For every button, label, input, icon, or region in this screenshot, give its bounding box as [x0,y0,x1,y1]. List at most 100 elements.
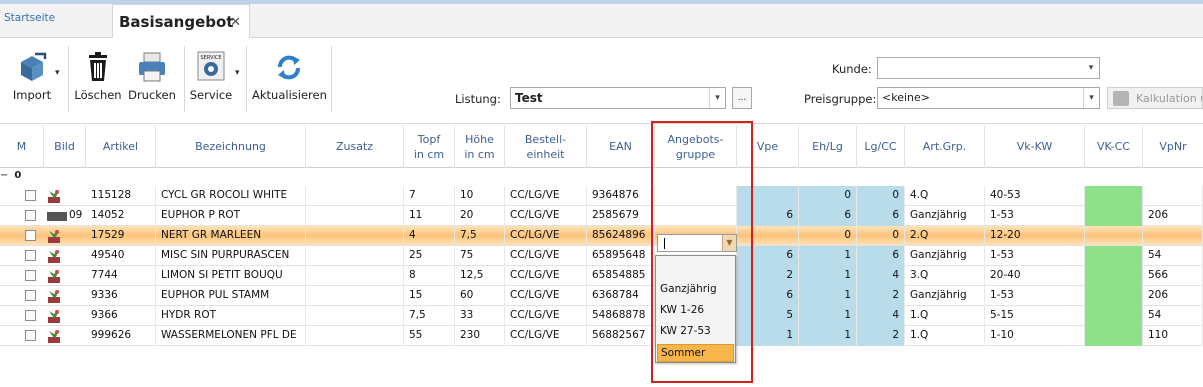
cell-ehlg[interactable]: 1 [799,326,857,346]
close-icon[interactable]: ✕ [230,15,241,30]
cell-artgrp[interactable]: 2.Q [905,226,985,246]
cell-topf[interactable]: 25 [404,246,455,266]
listung-combobox[interactable]: Test ▾ [510,87,726,109]
cell-hoehe[interactable]: 7,5 [455,226,505,246]
cell-vkcc[interactable] [1085,246,1143,266]
row-checkbox[interactable] [25,210,36,221]
cell-bez[interactable]: LIMON SI PETIT BOUQU [156,266,306,286]
cell-bez[interactable]: MISC SIN PURPURASCEN [156,246,306,266]
service-button[interactable]: SERVICE Service [188,50,234,120]
cell-hoehe[interactable]: 75 [455,246,505,266]
kunde-combobox[interactable]: ▾ [877,57,1100,79]
col-header-hoehe[interactable]: Höhe in cm [455,125,505,168]
cell-lgcc[interactable]: 2 [857,286,905,306]
cell-artikel[interactable]: 7744 [86,266,156,286]
cell-hoehe[interactable]: 60 [455,286,505,306]
cell-zusatz[interactable] [306,246,404,266]
cell-artikel[interactable]: 999626 [86,326,156,346]
cell-bez[interactable]: EUPHOR P ROT [156,206,306,226]
cell-zusatz[interactable] [306,206,404,226]
chevron-down-icon[interactable]: ▾ [1083,88,1099,108]
cell-hoehe[interactable]: 230 [455,326,505,346]
cell-artgrp[interactable]: Ganzjährig [905,286,985,306]
cell-artgrp[interactable]: 4.Q [905,186,985,206]
table-row[interactable]: 9336 EUPHOR PUL STAMM 15 60 CC/LG/VE 6368784 6… [0,286,1203,306]
cell-zusatz[interactable] [306,266,404,286]
cell-vkcc[interactable] [1085,226,1143,246]
cell-vkcc[interactable] [1085,266,1143,286]
cell-lgcc[interactable]: 0 [857,186,905,206]
cell-vkkw[interactable]: 1-53 [985,206,1085,226]
col-header-bild[interactable]: Bild [44,125,86,168]
cell-artikel[interactable]: 115128 [86,186,156,206]
cell-vkcc[interactable] [1085,326,1143,346]
cell-zusatz[interactable] [306,226,404,246]
cell-artikel[interactable]: 17529 [86,226,156,246]
cell-zusatz[interactable] [306,186,404,206]
print-button[interactable]: Drucken [128,50,176,120]
cell-vkcc[interactable] [1085,206,1143,226]
table-row[interactable]: 09 14052 EUPHOR P ROT 11 20 CC/LG/VE 2585679 6 6… [0,206,1203,226]
col-header-vkkw[interactable]: Vk-KW [985,125,1085,168]
cell-artikel[interactable]: 14052 [86,206,156,226]
cell-be[interactable]: CC/LG/VE [505,186,587,206]
cell-bez[interactable]: HYDR ROT [156,306,306,326]
cell-zusatz[interactable] [306,306,404,326]
listung-more-button[interactable]: ... [732,87,752,109]
cell-ehlg[interactable]: 6 [799,206,857,226]
cell-artikel[interactable]: 9336 [86,286,156,306]
cell-vkkw[interactable]: 5-15 [985,306,1085,326]
table-row[interactable]: 9366 HYDR ROT 7,5 33 CC/LG/VE 54868878 5 1 4 1.Q 5… [0,306,1203,326]
cell-ean[interactable]: 9364876 [587,186,655,206]
cell-topf[interactable]: 15 [404,286,455,306]
cell-ehlg[interactable]: 0 [799,186,857,206]
cell-vpnr[interactable]: 206 [1143,286,1203,306]
cell-zusatz[interactable] [306,326,404,346]
row-checkbox[interactable] [25,190,36,201]
cell-ehlg[interactable]: 1 [799,286,857,306]
cell-vpnr[interactable] [1143,186,1203,206]
import-dropdown-icon[interactable]: ▾ [55,68,60,78]
cell-ehlg[interactable]: 1 [799,306,857,326]
cell-ean[interactable]: 54868878 [587,306,655,326]
cell-bez[interactable]: EUPHOR PUL STAMM [156,286,306,306]
tab-basisangebot[interactable]: Basisangebot ✕ [112,4,250,38]
cell-artgrp[interactable]: 1.Q [905,326,985,346]
cell-lgcc[interactable]: 0 [857,226,905,246]
group-row[interactable]: −0 [0,170,21,181]
col-header-bestelleinheit[interactable]: Bestell-einheit [505,125,587,168]
cell-be[interactable]: CC/LG/VE [505,306,587,326]
row-checkbox[interactable] [25,230,36,241]
cell-ehlg[interactable]: 0 [799,226,857,246]
cell-topf[interactable]: 4 [404,226,455,246]
cell-lgcc[interactable]: 4 [857,306,905,326]
row-checkbox[interactable] [25,290,36,301]
cell-bez[interactable]: WASSERMELONEN PFL DE [156,326,306,346]
cell-vpnr[interactable]: 54 [1143,246,1203,266]
row-checkbox[interactable] [25,250,36,261]
col-header-ean[interactable]: EAN [587,125,655,168]
table-row[interactable]: 999626 WASSERMELONEN PFL DE 55 230 CC/LG/VE 5… [0,326,1203,346]
cell-vkkw[interactable]: 1-53 [985,286,1085,306]
preisgruppe-combobox[interactable]: <keine> ▾ [877,87,1100,109]
cell-ean[interactable]: 65895648 [587,246,655,266]
cell-lgcc[interactable]: 4 [857,266,905,286]
row-checkbox[interactable] [25,270,36,281]
cell-vkkw[interactable]: 12-20 [985,226,1085,246]
col-header-zusatz[interactable]: Zusatz [306,125,404,168]
cell-vpnr[interactable]: 54 [1143,306,1203,326]
cell-topf[interactable]: 55 [404,326,455,346]
cell-be[interactable]: CC/LG/VE [505,206,587,226]
cell-vpnr[interactable]: 206 [1143,206,1203,226]
table-row[interactable]: 7744 LIMON SI PETIT BOUQU 8 12,5 CC/LG/VE 658… [0,266,1203,286]
delete-button[interactable]: Löschen [74,50,122,120]
cell-bez[interactable]: NERT GR MARLEEN [156,226,306,246]
cell-artikel[interactable]: 9366 [86,306,156,326]
cell-ean[interactable]: 2585679 [587,206,655,226]
cell-ean[interactable]: 6368784 [587,286,655,306]
cell-artgrp[interactable]: 1.Q [905,306,985,326]
table-row[interactable]: 17529 NERT GR MARLEEN 4 7,5 CC/LG/VE 85624896… [0,226,1203,246]
col-header-m[interactable]: M [0,125,44,168]
cell-artgrp[interactable]: Ganzjährig [905,246,985,266]
cell-lgcc[interactable]: 6 [857,246,905,266]
